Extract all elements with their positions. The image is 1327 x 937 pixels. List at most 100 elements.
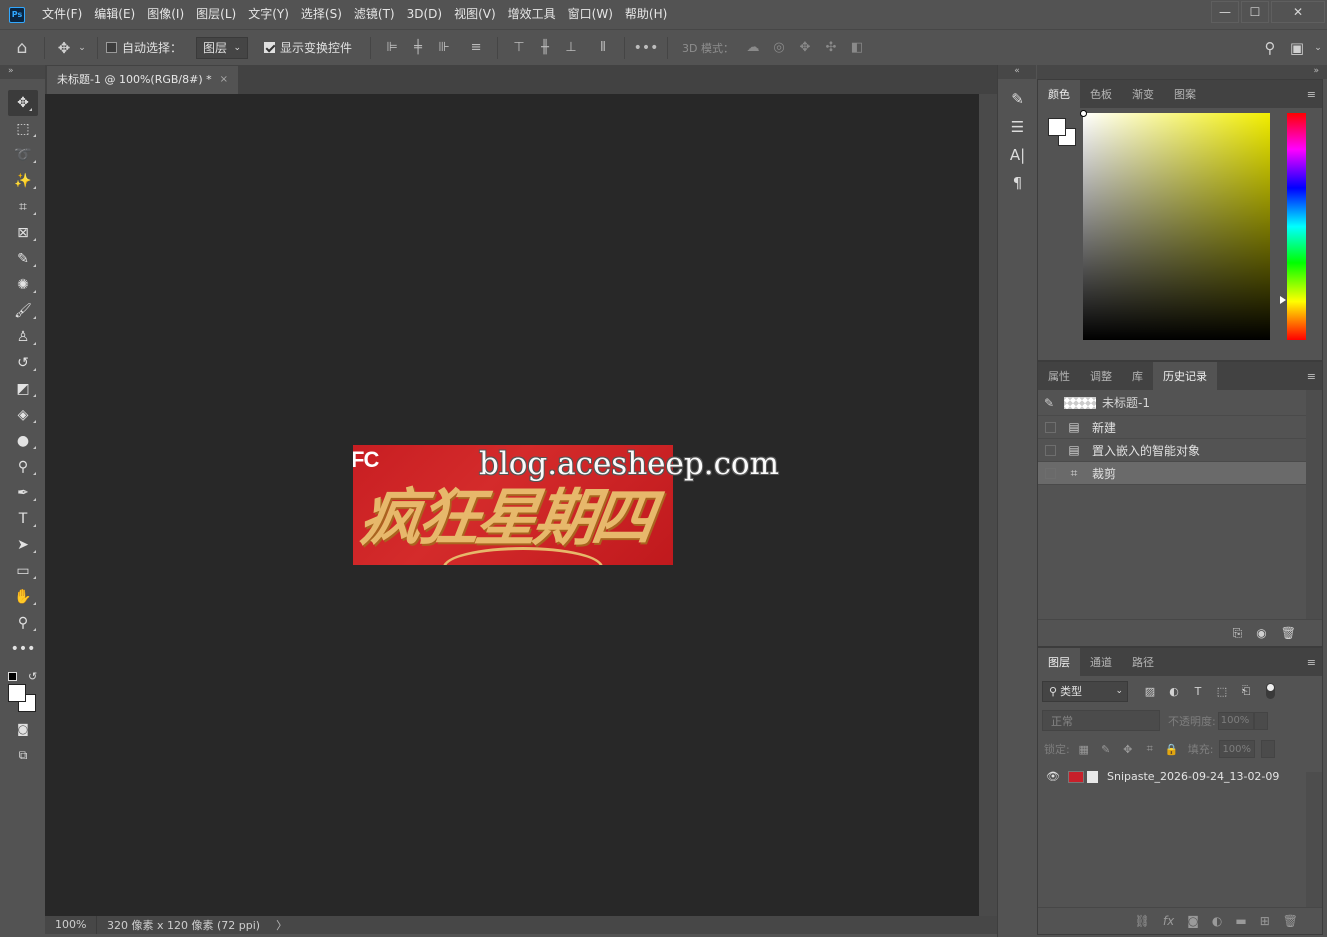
frame-tool[interactable]: ⊠	[4, 220, 42, 246]
3d-roll-icon[interactable]: ◎	[766, 37, 792, 59]
canvas-vertical-scrollbar[interactable]	[979, 94, 997, 916]
minimize-button[interactable]: —	[1211, 1, 1239, 23]
marquee-tool[interactable]: ⬚	[4, 116, 42, 142]
3d-scale-icon[interactable]: ◧	[844, 37, 870, 59]
home-icon[interactable]: ⌂	[0, 38, 44, 58]
panel-menu-icon[interactable]: ≡	[1307, 88, 1316, 101]
lasso-tool[interactable]: ➰	[4, 142, 42, 168]
menu-item[interactable]: 3D(D)	[401, 0, 448, 29]
tab-1[interactable]: 颜色	[1038, 80, 1080, 108]
auto-select-checkbox[interactable]: 自动选择：	[106, 39, 182, 56]
auto-select-check[interactable]	[106, 42, 117, 53]
tab-3[interactable]: 渐变	[1122, 80, 1164, 108]
menu-item[interactable]: 窗口(W)	[562, 0, 619, 29]
crop-tool[interactable]: ⌗	[4, 194, 42, 220]
dock-collapse[interactable]: «	[998, 65, 1036, 79]
lock-all-icon[interactable]: 🔒	[1164, 743, 1180, 756]
color-picker-marker[interactable]	[1080, 110, 1087, 117]
lock-artboard-icon[interactable]: ⌗	[1142, 742, 1158, 756]
magic-wand-tool[interactable]: ✨	[4, 168, 42, 194]
more-options-icon[interactable]: •••	[633, 37, 659, 59]
status-menu-icon[interactable]: 〉	[276, 917, 287, 933]
more-tools[interactable]: •••	[4, 636, 42, 662]
history-scrollbar[interactable]	[1306, 390, 1322, 620]
layers-scrollbar[interactable]	[1306, 772, 1322, 908]
panel-menu-icon[interactable]: ≡	[1307, 656, 1316, 669]
zoom-level[interactable]: 100%	[45, 916, 97, 934]
camera-icon[interactable]: ◉	[1256, 626, 1266, 640]
opacity-dropdown[interactable]	[1253, 711, 1268, 730]
search-icon[interactable]: ⚲	[1255, 39, 1285, 57]
toolbar-collapse[interactable]: »	[0, 65, 45, 79]
blend-mode-select[interactable]: 正常	[1042, 710, 1160, 731]
brush-tool[interactable]: 🖌	[4, 298, 42, 324]
menu-item[interactable]: 选择(S)	[295, 0, 348, 29]
hand-tool[interactable]: ✋	[4, 584, 42, 610]
character-icon[interactable]: A|	[998, 141, 1037, 169]
color-picker-field[interactable]	[1083, 113, 1270, 340]
3d-slide-icon[interactable]: ✣	[818, 37, 844, 59]
chevron-down-icon[interactable]: ⌄	[1309, 43, 1327, 53]
align-hcenter-icon[interactable]: ╪	[405, 37, 431, 59]
align-left-icon[interactable]: ⊫	[379, 37, 405, 59]
show-transform-checkbox[interactable]: 显示变换控件	[264, 39, 352, 56]
brush-settings-icon[interactable]: ✎	[998, 85, 1037, 113]
lock-pixels-icon[interactable]: ✎	[1098, 743, 1114, 756]
fill-input[interactable]: 100%	[1219, 740, 1256, 758]
dodge-tool[interactable]: ⚲	[4, 454, 42, 480]
document-tab[interactable]: 未标题-1 @ 100%(RGB/8#) * ×	[47, 66, 239, 94]
menu-item[interactable]: 文字(Y)	[242, 0, 295, 29]
move-tool[interactable]: ✥	[8, 90, 38, 116]
add-mask-icon[interactable]: ◙	[1187, 914, 1199, 928]
trash-icon[interactable]: 🗑	[1281, 626, 1296, 640]
align-bottom-icon[interactable]: ⊥	[558, 37, 584, 59]
quick-mask-icon[interactable]: ◙	[4, 716, 42, 742]
history-item[interactable]: ▤ 新建	[1038, 416, 1306, 439]
type-layer-filter-icon[interactable]: T	[1186, 685, 1210, 698]
new-layer-icon[interactable]: ⊞	[1260, 914, 1270, 928]
lock-position-icon[interactable]: ✥	[1120, 743, 1136, 756]
history-brush-tool[interactable]: ↺	[4, 350, 42, 376]
history-snapshot[interactable]: ✎ 未标题-1	[1038, 390, 1306, 416]
screen-mode-icon[interactable]: ⧉	[4, 742, 42, 768]
history-item[interactable]: ▤ 置入嵌入的智能对象	[1038, 439, 1306, 462]
maximize-button[interactable]: ☐	[1241, 1, 1269, 23]
show-transform-check[interactable]	[264, 42, 276, 53]
distribute-horizontal-icon[interactable]: ⫴	[590, 37, 616, 59]
foreground-color-swatch[interactable]	[8, 684, 26, 702]
menu-item[interactable]: 编辑(E)	[88, 0, 141, 29]
rectangle-tool[interactable]: ▭	[4, 558, 42, 584]
history-item[interactable]: ⌗ 裁剪	[1038, 462, 1306, 485]
hue-slider-marker[interactable]	[1280, 296, 1286, 304]
adjustment-layer-filter-icon[interactable]: ◐	[1162, 685, 1186, 698]
history-brush-source-icon[interactable]: ✎	[1044, 396, 1060, 410]
path-selection-tool[interactable]: ➤	[4, 532, 42, 558]
stamp-tool[interactable]: ♙	[4, 324, 42, 350]
paint-bucket-tool[interactable]: ◈	[4, 402, 42, 428]
menu-item[interactable]: 视图(V)	[448, 0, 502, 29]
opacity-input[interactable]: 100%	[1217, 711, 1254, 730]
history-source-checkbox[interactable]	[1045, 444, 1056, 456]
swap-colors-icon[interactable]: ↺	[28, 670, 37, 683]
shape-layer-filter-icon[interactable]: ⬚	[1210, 685, 1234, 698]
3d-orbit-icon[interactable]: ☁	[740, 37, 766, 59]
3d-pan-icon[interactable]: ✥	[792, 37, 818, 59]
lock-transparent-icon[interactable]: ▦	[1076, 743, 1092, 756]
pen-tool[interactable]: ✒	[4, 480, 42, 506]
layer-kind-filter[interactable]: ⚲ 类型 ⌄	[1042, 680, 1128, 702]
align-vcenter-icon[interactable]: ╫	[532, 37, 558, 59]
menu-item[interactable]: 图层(L)	[190, 0, 242, 29]
foreground-color-swatch[interactable]	[1048, 118, 1066, 136]
fill-dropdown[interactable]	[1261, 740, 1276, 758]
workspace-icon[interactable]: ▣	[1285, 39, 1309, 57]
layer-row[interactable]: 👁 Snipaste_2026-09-24_13-02-09	[1038, 765, 1306, 788]
tab-4[interactable]: 历史记录	[1153, 362, 1217, 390]
type-tool[interactable]: T	[4, 506, 42, 532]
default-colors-icon[interactable]	[8, 672, 17, 681]
new-group-icon[interactable]: ▬	[1235, 914, 1246, 928]
tab-1[interactable]: 属性	[1038, 362, 1080, 390]
close-window-button[interactable]: ✕	[1271, 1, 1325, 23]
paragraph-icon[interactable]: ¶	[998, 169, 1037, 197]
delete-layer-icon[interactable]: 🗑	[1283, 914, 1298, 928]
panels-collapse[interactable]: »	[1037, 65, 1327, 79]
